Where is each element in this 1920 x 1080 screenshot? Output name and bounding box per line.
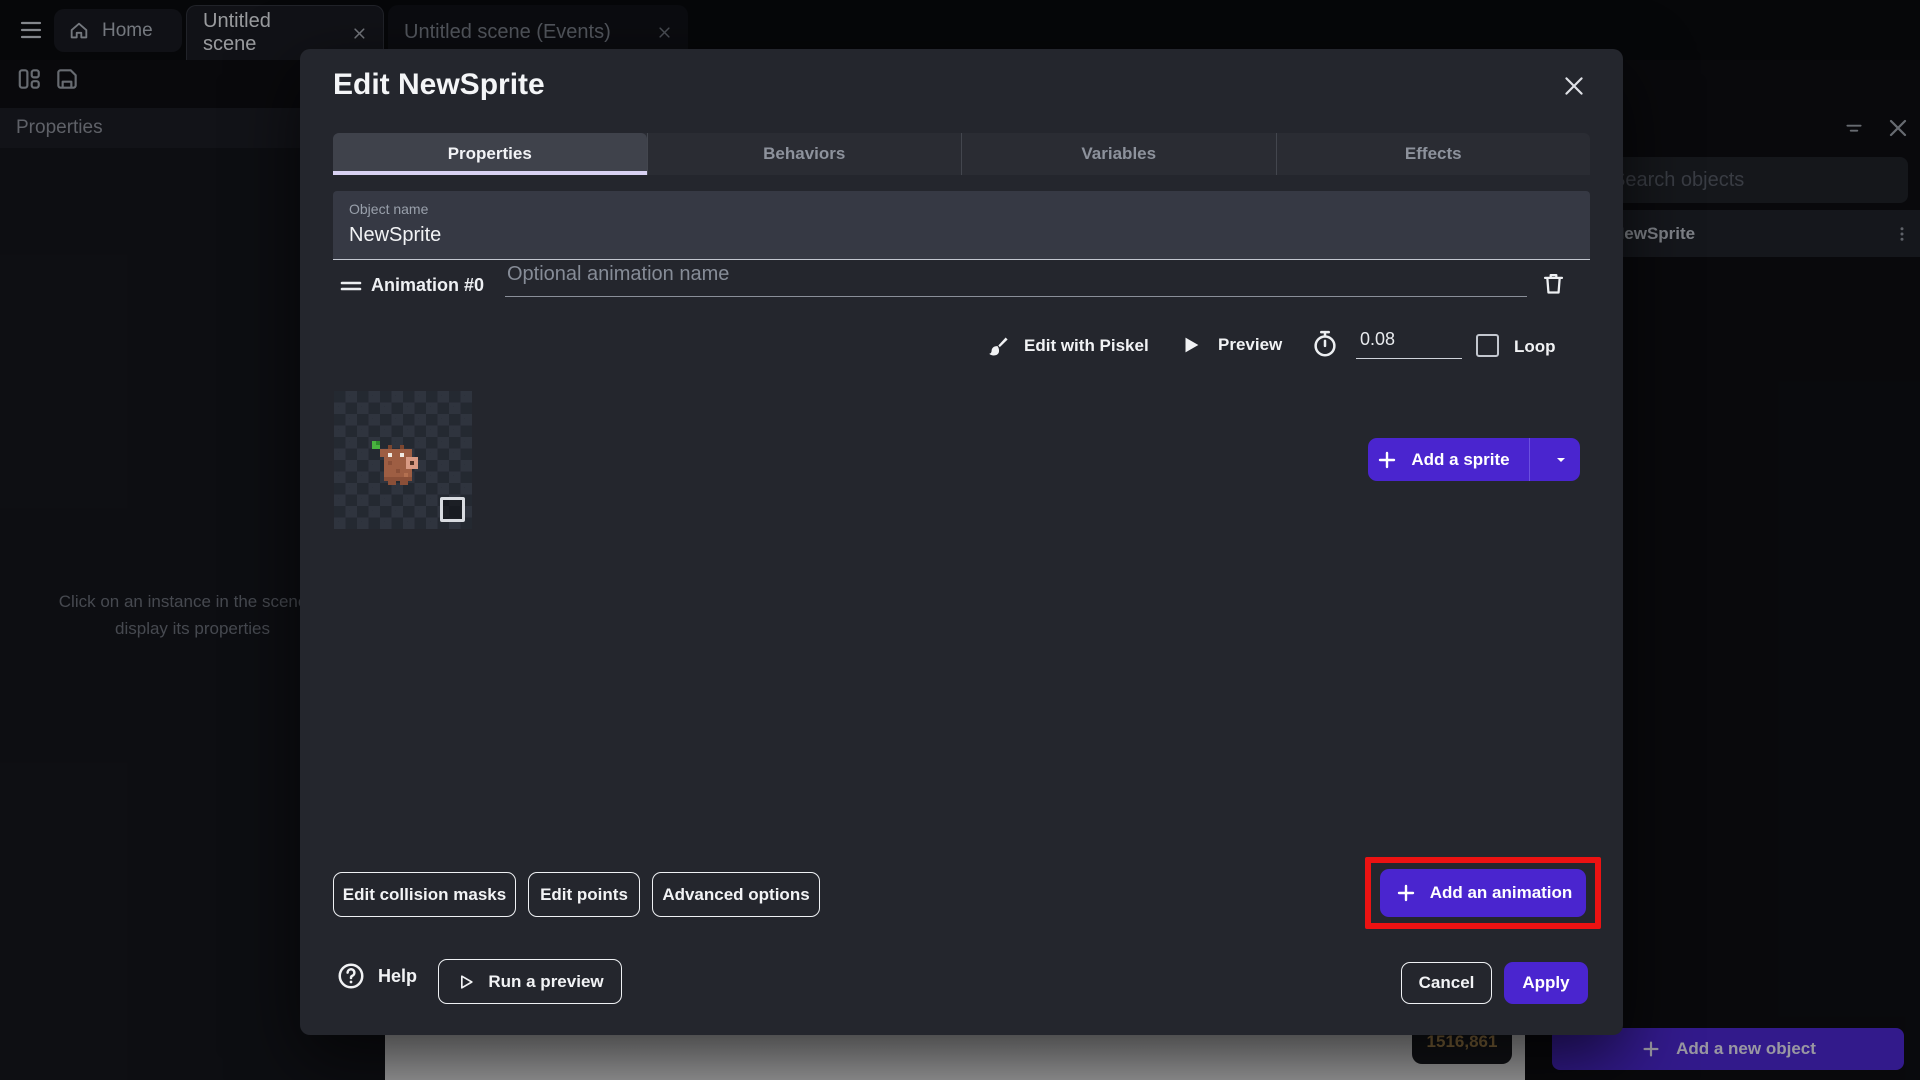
add-sprite-dropdown[interactable] [1542, 438, 1580, 481]
dialog-close-button[interactable] [1561, 73, 1587, 99]
advanced-options-button[interactable]: Advanced options [652, 872, 820, 917]
sprite-frame-thumbnail[interactable] [334, 391, 472, 529]
edit-points-button[interactable]: Edit points [528, 872, 640, 917]
drag-handle-icon[interactable] [339, 277, 363, 295]
help-circle-icon [338, 963, 364, 989]
loop-label: Loop [1514, 337, 1556, 356]
help-button[interactable]: Help [336, 961, 417, 991]
split-button-divider [1529, 438, 1530, 481]
delete-animation-button[interactable] [1540, 270, 1567, 297]
plus-icon [1379, 451, 1396, 468]
plus-icon [1397, 884, 1414, 902]
timer-icon [1314, 330, 1336, 357]
frame-select-checkbox[interactable] [440, 497, 465, 522]
dialog-title: Edit NewSprite [333, 68, 545, 101]
highlight-rectangle: Add an animation [1365, 857, 1601, 929]
trash-icon [1543, 273, 1564, 294]
close-icon [1565, 77, 1583, 95]
play-icon [1185, 337, 1199, 353]
loop-checkbox[interactable] [1476, 334, 1499, 357]
animation-label: Animation #0 [371, 275, 485, 295]
object-name-value[interactable]: NewSprite [349, 224, 1574, 247]
play-outline-icon [461, 974, 474, 989]
brush-icon [989, 337, 1008, 356]
tab-behaviors[interactable]: Behaviors [646, 133, 962, 175]
object-name-field[interactable]: Object name NewSprite [333, 191, 1590, 260]
edit-object-dialog: Edit NewSprite Properties Behaviors Vari… [300, 49, 1623, 1035]
add-an-animation-button[interactable]: Add an animation [1380, 869, 1586, 917]
time-between-frames-input[interactable] [1356, 329, 1462, 359]
dialog-tabs: Properties Behaviors Variables Effects [333, 133, 1590, 175]
add-sprite-button[interactable]: Add a sprite [1368, 438, 1580, 481]
apply-button[interactable]: Apply [1504, 962, 1588, 1004]
cancel-button[interactable]: Cancel [1401, 962, 1492, 1004]
object-name-label: Object name [349, 201, 429, 217]
edit-with-piskel-button[interactable]: Edit with Piskel [984, 333, 1149, 359]
run-a-preview-button[interactable]: Run a preview [438, 959, 622, 1004]
chevron-down-icon [1557, 457, 1565, 462]
app-window: Home Untitled scene Untitled scene (Even… [0, 0, 1920, 1080]
pig-sprite-image [372, 441, 418, 485]
tab-variables[interactable]: Variables [961, 133, 1276, 175]
preview-animation-button[interactable]: Preview [1180, 333, 1282, 357]
tab-properties[interactable]: Properties [333, 133, 647, 175]
animation-name-input[interactable] [505, 263, 1527, 297]
tab-effects[interactable]: Effects [1275, 133, 1591, 175]
edit-collision-masks-button[interactable]: Edit collision masks [333, 872, 516, 917]
